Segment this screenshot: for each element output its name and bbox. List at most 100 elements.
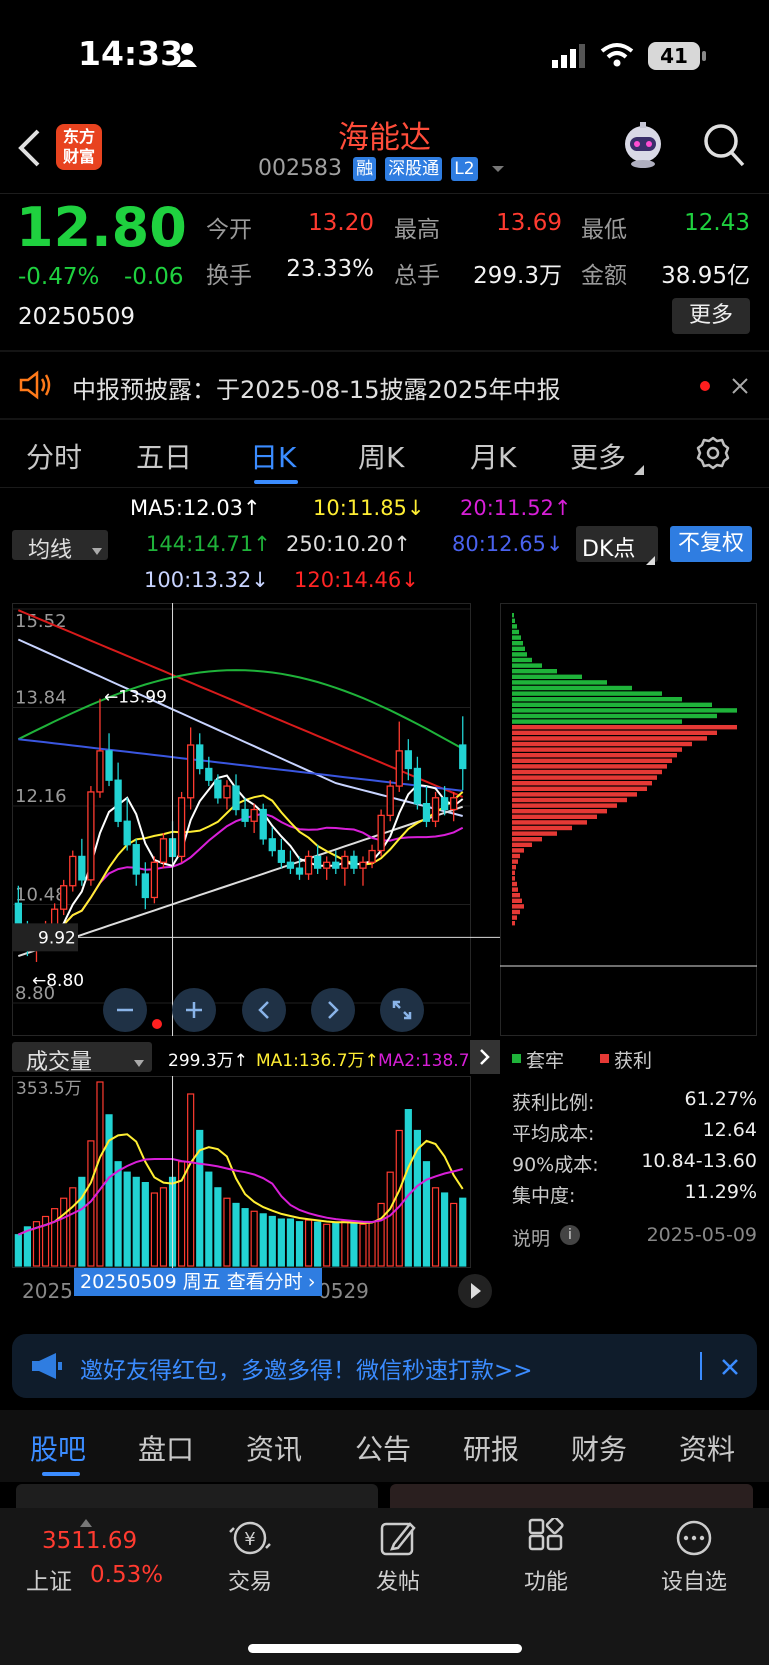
tab-five-day[interactable]: 五日 — [136, 436, 192, 476]
stock-code-row[interactable]: 002583 融 深股通 L2 — [258, 156, 505, 184]
tab-daily-k[interactable]: 日K — [250, 436, 296, 476]
volume-bar — [286, 1218, 295, 1267]
no-adjust-button[interactable]: 不复权 — [670, 526, 752, 562]
chip-bar-trapped — [512, 613, 514, 618]
tab-weekly-k[interactable]: 周K — [358, 436, 404, 476]
chip-bar-profit — [512, 876, 515, 881]
robot-assistant-icon[interactable] — [618, 120, 668, 174]
index-value[interactable]: 3511.69 — [42, 1528, 137, 1554]
gear-icon[interactable] — [696, 436, 730, 474]
volume-max-label: 353.5万 — [16, 1079, 82, 1099]
volume-bar — [386, 1171, 394, 1267]
candle-body — [332, 861, 340, 869]
candle-body — [250, 808, 258, 822]
promo-close-icon[interactable] — [721, 1358, 739, 1380]
x-axis-label: 0529 — [318, 1279, 369, 1303]
tab-profile[interactable]: 资料 — [679, 1428, 735, 1468]
volume-bar — [69, 1187, 77, 1267]
volume-selector-label: 成交量 — [26, 1050, 93, 1075]
chip-bar-trapped — [512, 680, 607, 685]
candle-body — [459, 744, 467, 770]
chevron-right-icon: › — [307, 1271, 316, 1293]
notice-bar[interactable]: 中报预披露：于2025-08-15披露2025年中报 — [0, 352, 769, 418]
promo-banner[interactable]: 邀好友得红包，多邀多得！微信秒速打款>> — [12, 1334, 757, 1398]
chip-bar-trapped — [512, 708, 737, 713]
tab-news[interactable]: 资讯 — [246, 1428, 302, 1468]
kline-chart[interactable]: 15.5213.8412.1610.488.80←13.999.92←8.80 — [12, 603, 500, 1036]
volume-bar — [450, 1202, 458, 1267]
candle-body — [78, 855, 86, 881]
tab-finance[interactable]: 财务 — [571, 1428, 627, 1468]
y-tick-label: 12.16 — [15, 786, 67, 807]
fullscreen-button[interactable] — [380, 988, 424, 1032]
candle-body — [395, 750, 403, 787]
y-tick-label: 13.84 — [15, 688, 67, 709]
chip-bar-trapped — [512, 702, 712, 707]
volume-bar — [187, 1093, 195, 1267]
tab-announcements[interactable]: 公告 — [355, 1428, 411, 1468]
ma-selector[interactable]: 均线 — [12, 530, 108, 563]
volume-expand-button[interactable] — [470, 1040, 500, 1074]
megaphone-icon — [30, 1352, 64, 1384]
chip-background — [500, 603, 757, 1036]
more-button[interactable]: 更多 — [672, 298, 750, 334]
index-change[interactable]: 0.53% — [90, 1562, 163, 1588]
tab-guba[interactable]: 股吧 — [30, 1428, 86, 1468]
ma-selector-label: 均线 — [28, 538, 73, 563]
chip-bar-trapped — [512, 663, 542, 668]
close-icon[interactable] — [732, 378, 748, 398]
chip-row-value: 10.84-13.60 — [641, 1150, 757, 1172]
volume-legend: 成交量 299.3万↑ MA1:136.7万↑ MA2:138.7万 — [0, 1040, 500, 1075]
move-right-button[interactable] — [311, 988, 355, 1032]
chip-bar-trapped — [512, 719, 682, 724]
volume-bar — [205, 1171, 213, 1267]
chart-controls — [0, 988, 500, 1034]
volume-bar — [295, 1221, 304, 1267]
bottom-nav: 3511.69 上证 0.53% ¥ 交易 发帖 功能 设自选 — [0, 1508, 769, 1665]
explain-link[interactable]: 说明 — [512, 1224, 550, 1251]
tab-intraday[interactable]: 分时 — [26, 436, 82, 476]
chip-bar-profit — [512, 797, 627, 803]
tab-more[interactable]: 更多 — [570, 436, 626, 476]
nav-trade[interactable]: ¥ 交易 — [190, 1518, 310, 1596]
chip-bar-profit — [512, 859, 518, 864]
high-value: 13.69 — [496, 210, 562, 236]
search-icon[interactable] — [702, 122, 746, 172]
volume-bar — [277, 1218, 285, 1267]
turnover-value: 23.33% — [286, 256, 374, 282]
nav-post[interactable]: 发帖 — [338, 1518, 458, 1596]
nav-add-watchlist[interactable]: 设自选 — [634, 1518, 754, 1596]
zoom-in-button[interactable] — [172, 988, 216, 1032]
info-icon[interactable]: i — [560, 1225, 580, 1245]
volume-selector[interactable]: 成交量 — [12, 1042, 152, 1075]
nav-functions[interactable]: 功能 — [486, 1516, 606, 1596]
move-left-button[interactable] — [242, 988, 286, 1032]
cursor-date-tag[interactable]: 20250509 周五 查看分时 › — [74, 1268, 322, 1296]
chip-row-label: 平均成本: — [512, 1123, 595, 1145]
tab-orderbook[interactable]: 盘口 — [138, 1428, 194, 1468]
y-tick-label: 10.48 — [15, 885, 67, 906]
dk-point-button[interactable]: DK点 — [576, 526, 658, 565]
candle-body — [268, 838, 276, 852]
chip-row-label: 集中度: — [512, 1185, 576, 1207]
chip-bar-trapped — [512, 669, 557, 674]
play-button[interactable] — [458, 1274, 492, 1308]
tab-monthly-k[interactable]: 月K — [470, 436, 516, 476]
trapped-legend-square — [512, 1054, 521, 1063]
nav-functions-label: 功能 — [523, 1570, 568, 1595]
nav-post-label: 发帖 — [375, 1570, 420, 1595]
chip-row-label: 获利比例: — [512, 1092, 595, 1114]
volume-ma1: MA1:136.7万↑ — [256, 1051, 379, 1071]
zoom-out-button[interactable] — [103, 988, 147, 1032]
candle-body — [205, 767, 213, 781]
volume-bar — [404, 1109, 412, 1267]
index-name[interactable]: 上证 — [26, 1562, 72, 1596]
tab-research[interactable]: 研报 — [463, 1428, 519, 1468]
volume-chart[interactable]: 353.5万 — [12, 1076, 500, 1268]
person-icon — [176, 42, 198, 72]
nav-trade-label: 交易 — [227, 1570, 272, 1595]
x-axis-label: 2025 — [22, 1279, 73, 1303]
volume-bar — [395, 1129, 403, 1267]
candle-body — [232, 785, 240, 811]
chip-bar-trapped — [512, 641, 523, 646]
